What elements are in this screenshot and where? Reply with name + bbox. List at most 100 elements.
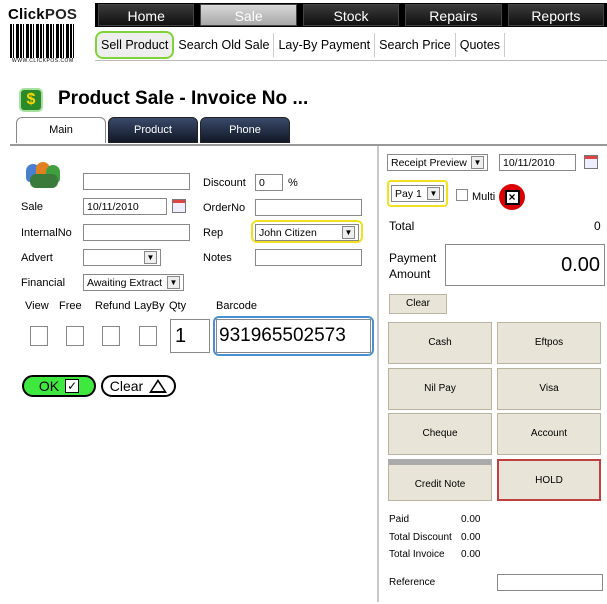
refund-checkbox[interactable] [102,326,120,346]
logo-secondary: POS [44,6,78,23]
layby-checkbox[interactable] [139,326,157,346]
logo-caption: WWW.CLICKPOS.COM [12,58,74,64]
calendar-icon[interactable] [584,155,598,169]
view-header: View [25,300,49,312]
checkmark-icon: ✓ [65,379,80,393]
paid-label: Paid [389,514,410,525]
clear-button[interactable]: Clear [101,375,176,397]
barcode-header: Barcode [216,300,257,312]
orderno-field[interactable] [255,199,362,216]
account-button[interactable]: Account [497,413,601,455]
close-icon[interactable]: × [499,184,525,210]
nil-pay-button[interactable]: Nil Pay [388,368,492,410]
logo-primary: Click [8,6,45,23]
view-checkbox[interactable] [30,326,48,346]
subnav-search-old-sale[interactable]: Search Old Sale [174,32,275,57]
financial-label: Financial [21,277,66,289]
ok-button[interactable]: OK ✓ [22,375,96,397]
dollar-icon: $ [19,88,43,112]
paid-value: 0.00 [461,514,481,525]
pay-value: Pay 1 [395,187,422,200]
receipt-date-field[interactable]: 10/11/2010 [499,154,576,171]
total-discount-value: 0.00 [461,532,481,543]
top-nav: Home Sale Stock Repairs Reports [95,3,607,27]
customers-icon[interactable] [22,162,64,192]
page-title: Product Sale - Invoice No ... [58,88,309,109]
nav-tab-stock[interactable]: Stock [302,4,400,26]
total-value: 0 [594,219,601,233]
advert-select[interactable]: ▼ [83,249,161,266]
pay-select[interactable]: Pay 1 ▼ [391,185,444,202]
notes-field[interactable] [255,249,362,266]
notes-label: Notes [203,252,232,264]
payment-amount-field[interactable]: 0.00 [445,244,605,286]
credit-note-button[interactable]: Credit Note [388,459,492,501]
reference-field[interactable] [497,574,603,591]
internal-no-field[interactable] [83,224,190,241]
tab-divider [10,144,607,146]
sale-label: Sale [21,201,44,213]
tab-product[interactable]: Product [108,117,198,143]
multi-checkbox[interactable] [456,189,468,201]
cash-button[interactable]: Cash [388,322,492,364]
chevron-down-icon: ▼ [144,251,157,264]
visa-button[interactable]: Visa [497,368,601,410]
subnav-layby-payment[interactable]: Lay-By Payment [274,32,376,57]
free-checkbox[interactable] [66,326,84,346]
free-header: Free [59,300,82,312]
refund-header: Refund [95,300,131,312]
advert-label: Advert [21,252,53,264]
barcode-field[interactable]: 931965502573 [216,319,371,353]
tab-phone[interactable]: Phone [200,117,290,143]
nav-tab-reports[interactable]: Reports [507,4,605,26]
nav-tab-home[interactable]: Home [98,4,195,26]
subnav-sell-product[interactable]: Sell Product [95,30,175,59]
nav-tab-repairs[interactable]: Repairs [405,4,502,26]
financial-value: Awaiting Extract [87,276,163,289]
customer-field[interactable] [83,173,190,190]
discount-label: Discount [203,177,246,189]
payment-clear-button[interactable]: Clear [389,294,447,314]
qty-field[interactable]: 1 [170,319,210,353]
barcode-logo-icon [10,24,76,58]
tab-main[interactable]: Main [16,117,106,143]
total-invoice-label: Total Invoice [389,549,445,560]
financial-select[interactable]: Awaiting Extract ▼ [83,274,184,291]
amount-label: Amount [389,267,431,281]
subnav-search-price[interactable]: Search Price [375,32,456,57]
page-tabs: Main Product Phone [16,117,292,143]
discount-field[interactable]: 0 [255,174,283,191]
eftpos-button[interactable]: Eftpos [497,322,601,364]
payment-label: Payment [389,251,437,265]
chevron-down-icon: ▼ [427,187,440,200]
nav-tab-sale[interactable]: Sale [200,4,297,26]
app-window: ClickPOS WWW.CLICKPOS.COM Home Sale Stoc… [0,0,607,604]
subnav-quotes[interactable]: Quotes [456,32,506,57]
qty-header: Qty [169,300,187,312]
multi-label: Multi [472,191,496,203]
chevron-down-icon: ▼ [342,226,355,239]
rep-label: Rep [203,227,224,239]
triangle-icon [149,379,168,393]
sub-nav: Sell Product Search Old Sale Lay-By Paym… [95,29,607,61]
ok-label: OK [38,378,60,394]
rep-select[interactable]: John Citizen ▼ [255,224,359,241]
total-label: Total [389,219,415,233]
rep-value: John Citizen [259,226,317,239]
discount-unit: % [288,177,298,189]
sale-date-field[interactable]: 10/11/2010 [83,198,167,215]
hold-button[interactable]: HOLD [497,459,601,501]
clear-label: Clear [109,378,144,394]
chevron-down-icon: ▼ [471,156,484,169]
reference-label: Reference [389,577,436,588]
internal-no-label: InternalNo [21,227,72,239]
receipt-select[interactable]: Receipt Preview ▼ [387,154,488,171]
orderno-label: OrderNo [203,202,246,214]
chevron-down-icon: ▼ [167,276,180,289]
layby-header: LayBy [134,300,165,312]
total-invoice-value: 0.00 [461,549,481,560]
receipt-value: Receipt Preview [391,156,467,169]
panel-divider [377,146,379,602]
cheque-button[interactable]: Cheque [388,413,492,455]
calendar-icon[interactable] [172,199,186,213]
